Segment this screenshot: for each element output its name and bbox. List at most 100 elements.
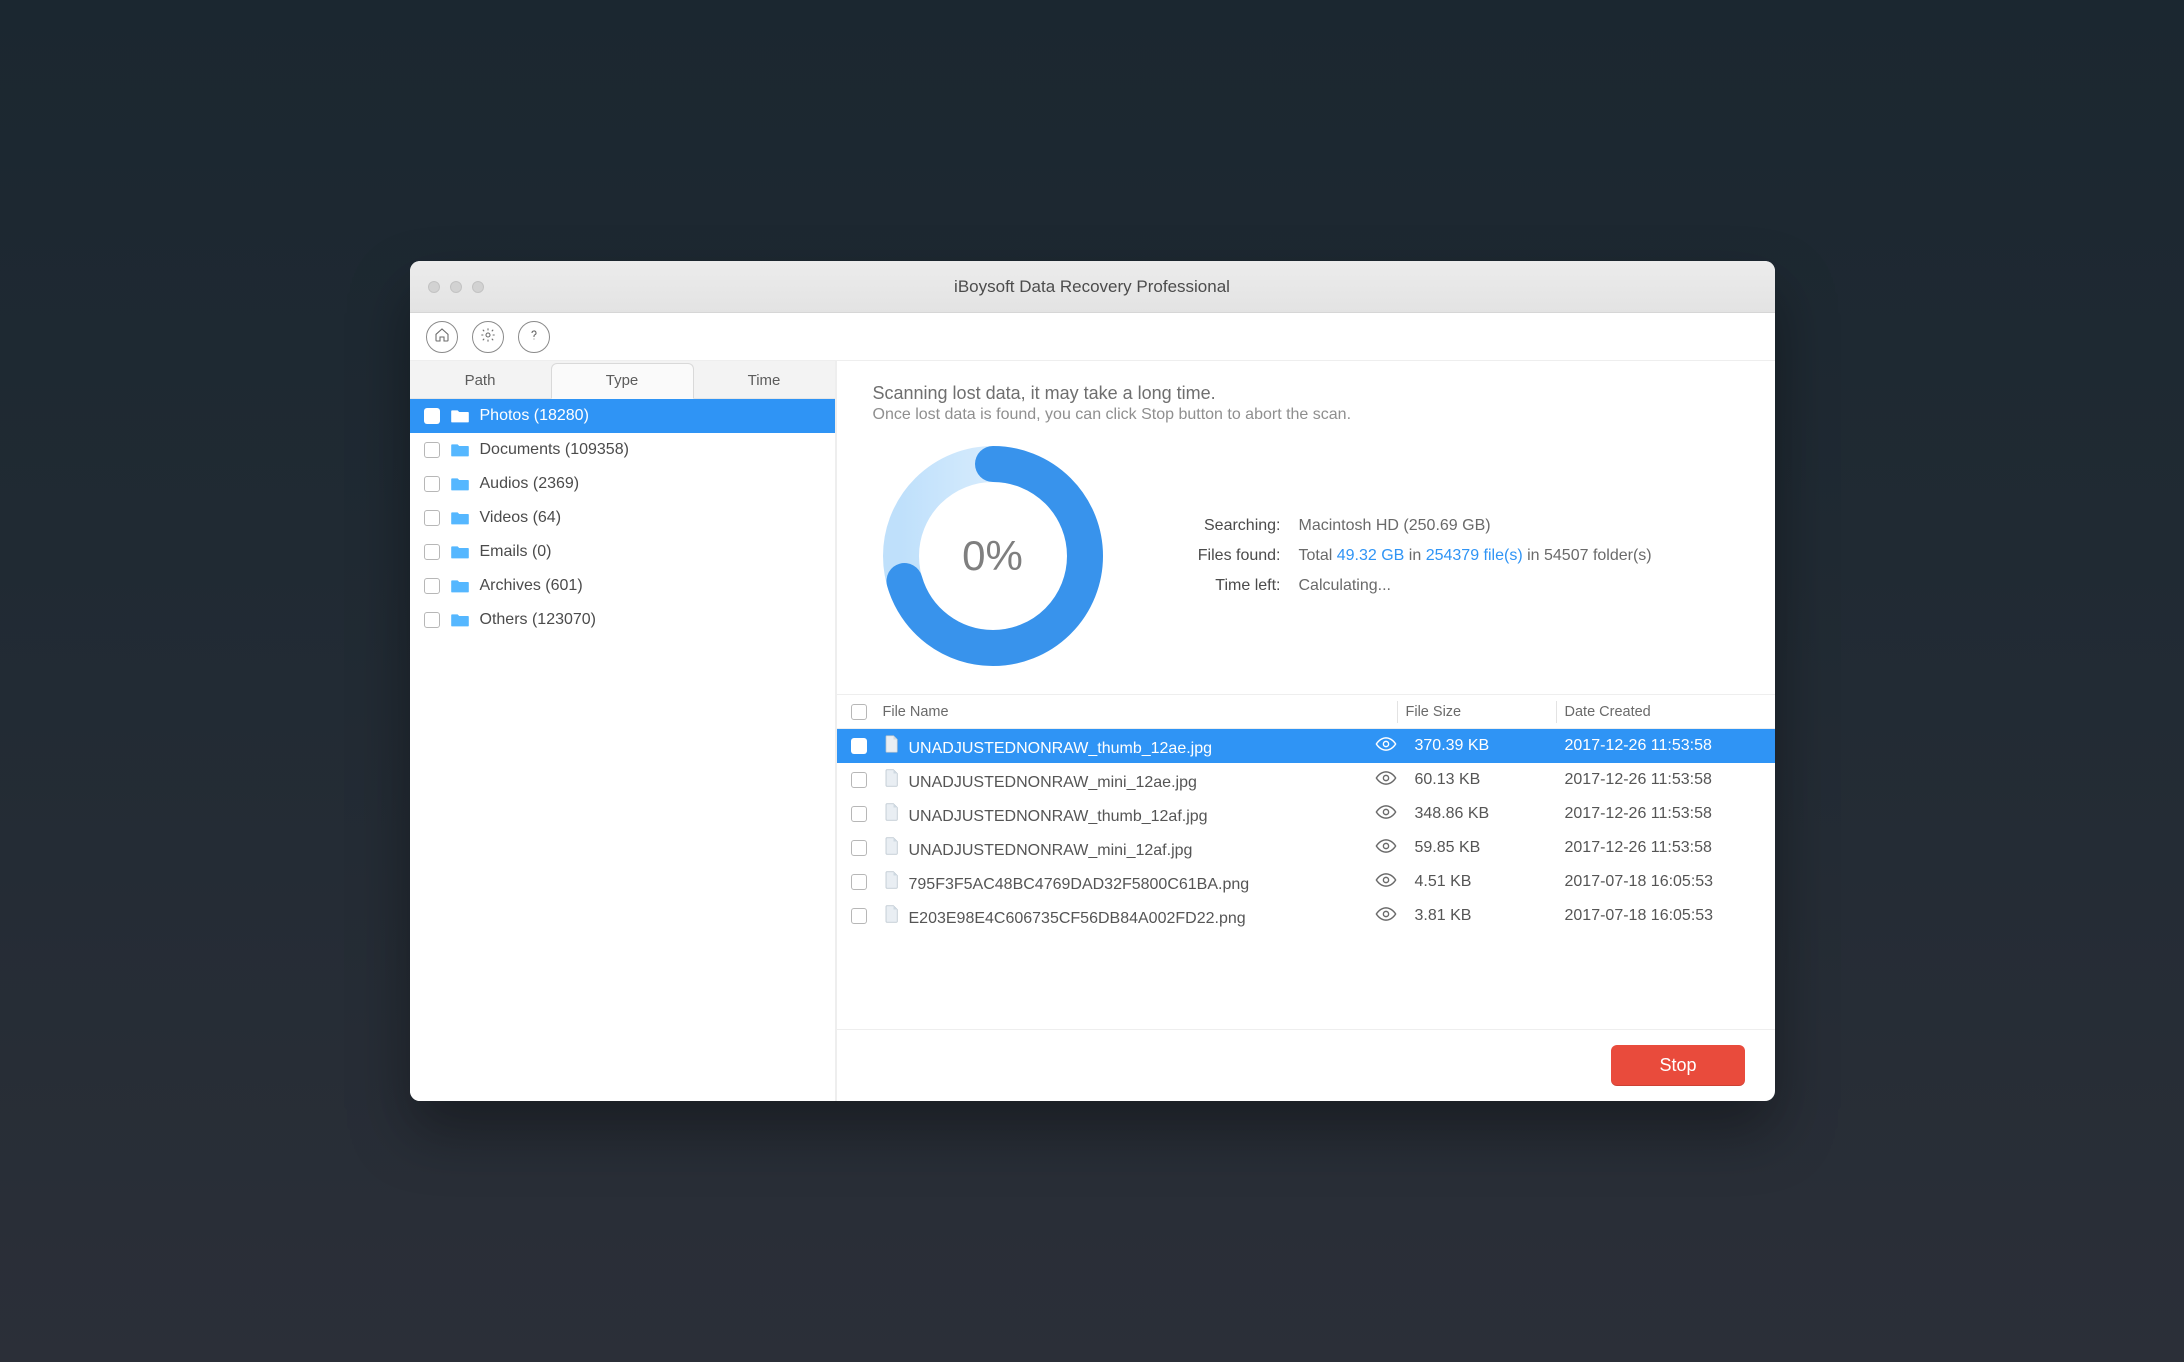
category-checkbox[interactable] [424, 442, 440, 458]
scan-stats: Searching: Macintosh HD (250.69 GB) File… [1167, 510, 1662, 602]
file-checkbox[interactable] [851, 772, 867, 788]
folder-icon [450, 476, 470, 492]
scan-message-2: Once lost data is found, you can click S… [873, 406, 1739, 424]
col-header-size[interactable]: File Size [1406, 704, 1556, 720]
col-header-date[interactable]: Date Created [1565, 704, 1775, 720]
tab-path[interactable]: Path [410, 364, 551, 398]
category-archive[interactable]: Archives (601) [410, 569, 835, 603]
time-left-label: Time left: [1169, 572, 1289, 600]
folder-icon [450, 408, 470, 424]
file-name: 795F3F5AC48BC4769DAD32F5800C61BA.png [881, 871, 1375, 894]
file-icon [883, 905, 901, 923]
tab-type[interactable]: Type [551, 363, 694, 399]
file-icon [883, 735, 901, 753]
category-checkbox[interactable] [424, 612, 440, 628]
category-label: Videos (64) [480, 509, 562, 527]
category-photos[interactable]: Photos (18280) [410, 399, 835, 433]
progress-percent: 0% [962, 532, 1023, 580]
sidebar: Path Type Time Photos (18280) Documents (… [410, 361, 836, 1101]
file-size: 3.81 KB [1415, 907, 1565, 925]
category-label: Emails (0) [480, 543, 552, 561]
folder-icon [450, 442, 470, 458]
scan-status: Scanning lost data, it may take a long t… [837, 361, 1775, 695]
category-checkbox[interactable] [424, 408, 440, 424]
col-header-name[interactable]: File Name [881, 704, 1357, 720]
file-date: 2017-07-18 16:05:53 [1565, 873, 1775, 891]
category-email[interactable]: Emails (0) [410, 535, 835, 569]
time-left-value: Calculating... [1291, 572, 1660, 600]
home-icon [434, 327, 450, 346]
category-checkbox[interactable] [424, 544, 440, 560]
preview-button[interactable] [1375, 771, 1415, 790]
scan-message-1: Scanning lost data, it may take a long t… [873, 383, 1739, 404]
file-size: 4.51 KB [1415, 873, 1565, 891]
help-button[interactable] [518, 321, 550, 353]
file-icon [883, 837, 901, 855]
file-date: 2017-12-26 11:53:58 [1565, 771, 1775, 789]
preview-button[interactable] [1375, 873, 1415, 892]
footer: Stop [837, 1029, 1775, 1101]
files-found-label: Files found: [1169, 542, 1289, 570]
file-size: 370.39 KB [1415, 737, 1565, 755]
searching-value: Macintosh HD (250.69 GB) [1291, 512, 1660, 540]
settings-button[interactable] [472, 321, 504, 353]
file-table-header: File Name File Size Date Created [837, 695, 1775, 729]
file-checkbox[interactable] [851, 840, 867, 856]
sidebar-tabs: Path Type Time [410, 361, 835, 399]
file-icon [883, 803, 901, 821]
file-checkbox[interactable] [851, 874, 867, 890]
file-row[interactable]: 795F3F5AC48BC4769DAD32F5800C61BA.png 4.51… [837, 865, 1775, 899]
category-audio[interactable]: Audios (2369) [410, 467, 835, 501]
titlebar: iBoysoft Data Recovery Professional [410, 261, 1775, 313]
category-label: Archives (601) [480, 577, 583, 595]
file-name: E203E98E4C606735CF56DB84A002FD22.png [881, 905, 1375, 928]
file-row[interactable]: UNADJUSTEDNONRAW_thumb_12ae.jpg 370.39 KB… [837, 729, 1775, 763]
file-name: UNADJUSTEDNONRAW_thumb_12af.jpg [881, 803, 1375, 826]
category-label: Documents (109358) [480, 441, 629, 459]
searching-label: Searching: [1169, 512, 1289, 540]
file-size: 60.13 KB [1415, 771, 1565, 789]
help-icon [526, 327, 542, 346]
category-other[interactable]: Others (123070) [410, 603, 835, 637]
app-window: iBoysoft Data Recovery Professional Path… [410, 261, 1775, 1101]
folder-icon [450, 578, 470, 594]
file-checkbox[interactable] [851, 738, 867, 754]
file-row[interactable]: UNADJUSTEDNONRAW_thumb_12af.jpg348.86 KB… [837, 797, 1775, 831]
file-icon [883, 769, 901, 787]
file-table[interactable]: File Name File Size Date Created UNADJUS… [837, 695, 1775, 1029]
file-checkbox[interactable] [851, 806, 867, 822]
file-date: 2017-07-18 16:05:53 [1565, 907, 1775, 925]
preview-button[interactable] [1375, 805, 1415, 824]
files-found-value: Total 49.32 GB in 254379 file(s) in 5450… [1291, 542, 1660, 570]
category-docs[interactable]: Documents (109358) [410, 433, 835, 467]
file-name: UNADJUSTEDNONRAW_mini_12ae.jpg [881, 769, 1375, 792]
category-video[interactable]: Videos (64) [410, 501, 835, 535]
file-date: 2017-12-26 11:53:58 [1565, 805, 1775, 823]
file-row[interactable]: UNADJUSTEDNONRAW_mini_12af.jpg 59.85 KB20… [837, 831, 1775, 865]
home-button[interactable] [426, 321, 458, 353]
file-date: 2017-12-26 11:53:58 [1565, 839, 1775, 857]
file-date: 2017-12-26 11:53:58 [1565, 737, 1775, 755]
file-row[interactable]: E203E98E4C606735CF56DB84A002FD22.png 3.81… [837, 899, 1775, 933]
folder-icon [450, 544, 470, 560]
file-name: UNADJUSTEDNONRAW_thumb_12ae.jpg [881, 735, 1375, 758]
category-list: Photos (18280) Documents (109358) Audios (… [410, 399, 835, 1101]
file-checkbox[interactable] [851, 908, 867, 924]
preview-button[interactable] [1375, 839, 1415, 858]
file-row[interactable]: UNADJUSTEDNONRAW_mini_12ae.jpg 60.13 KB20… [837, 763, 1775, 797]
progress-spinner: 0% [873, 436, 1113, 676]
window-title: iBoysoft Data Recovery Professional [410, 277, 1775, 297]
folder-icon [450, 510, 470, 526]
select-all-checkbox[interactable] [851, 704, 867, 720]
file-size: 59.85 KB [1415, 839, 1565, 857]
stop-button[interactable]: Stop [1611, 1045, 1744, 1086]
preview-button[interactable] [1375, 737, 1415, 756]
category-label: Others (123070) [480, 611, 597, 629]
tab-time[interactable]: Time [694, 364, 835, 398]
preview-button[interactable] [1375, 907, 1415, 926]
main-panel: Scanning lost data, it may take a long t… [836, 361, 1775, 1101]
category-checkbox[interactable] [424, 476, 440, 492]
file-name: UNADJUSTEDNONRAW_mini_12af.jpg [881, 837, 1375, 860]
category-checkbox[interactable] [424, 510, 440, 526]
category-checkbox[interactable] [424, 578, 440, 594]
